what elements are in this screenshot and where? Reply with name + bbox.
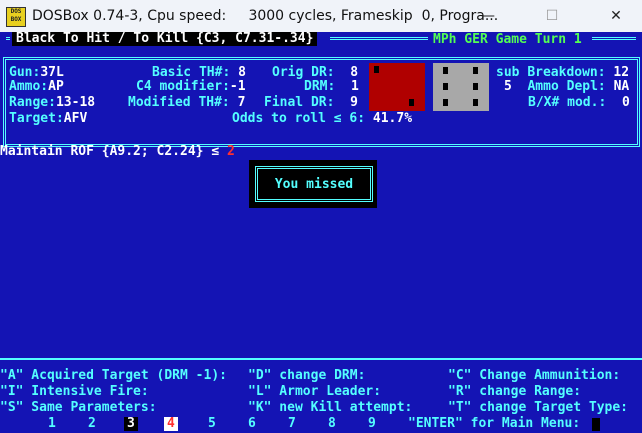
key-5[interactable]: 5: [208, 417, 216, 431]
key-6[interactable]: 6: [248, 417, 256, 431]
menu-new-kill-attempt[interactable]: "K" new Kill attempt:: [248, 401, 412, 415]
minimize-button[interactable]: —: [466, 0, 510, 32]
basic-th-row: Basic TH#: 8: [152, 65, 246, 80]
range-row: Range:13-18: [9, 95, 96, 110]
menu-divider: [0, 358, 642, 360]
result-popup-frame: You missed: [255, 166, 373, 202]
ammo-depl-row: 5 Ammo Depl: NA: [504, 79, 630, 94]
menu-same-parameters[interactable]: "S" Same Parameters:: [0, 401, 157, 415]
text-cursor: [592, 418, 600, 431]
final-dr-row: Final DR: 9: [264, 95, 358, 110]
white-die: [433, 63, 489, 111]
key-2[interactable]: 2: [88, 417, 96, 431]
red-die-pip: [409, 99, 414, 106]
white-die-pip: [473, 67, 478, 74]
key-1[interactable]: 1: [48, 417, 56, 431]
result-popup: You missed: [249, 160, 377, 208]
enter-main-menu[interactable]: "ENTER" for Main Menu:: [408, 417, 580, 431]
white-die-pip: [473, 99, 478, 106]
maximize-button[interactable]: ☐: [530, 0, 574, 32]
modified-th-row: Modified TH#: 7: [128, 95, 246, 110]
target-row: Target:AFV: [9, 111, 88, 126]
red-die-pip: [374, 66, 379, 73]
menu-change-range[interactable]: "R" change Range:: [448, 385, 581, 399]
menu-intensive-fire[interactable]: "I" Intensive Fire:: [0, 385, 149, 399]
drm-row: DRM: 1: [304, 79, 359, 94]
menu-change-ammunition[interactable]: "C" Change Ammunition:: [448, 369, 620, 383]
menu-change-drm[interactable]: "D" change DRM:: [248, 369, 365, 383]
result-message: You missed: [274, 177, 354, 192]
close-button[interactable]: ✕: [594, 0, 638, 32]
dos-screen[interactable]: Black To Hit / To Kill {C3, C7.31-.34} M…: [0, 32, 642, 433]
header-rule-right: [592, 37, 636, 40]
white-die-pip: [443, 99, 448, 106]
dosbox-app-icon: DOS BOX: [6, 7, 26, 27]
orig-dr-row: Orig DR: 8: [272, 65, 359, 80]
rof-line: Maintain ROF {A9.2; C2.24} ≤ 2: [0, 144, 235, 159]
key-9[interactable]: 9: [368, 417, 376, 431]
white-die-pip: [443, 67, 448, 74]
breakdown-row: sub Breakdown: 12: [496, 65, 630, 80]
key-3[interactable]: 3: [124, 417, 138, 431]
header-rule-mid: [330, 37, 428, 40]
odds-row: Odds to roll ≤ 6: 41.7%: [232, 111, 413, 126]
key-7[interactable]: 7: [288, 417, 296, 431]
c4-modifier-row: C4 modifier:-1: [136, 79, 246, 94]
menu-armor-leader[interactable]: "L" Armor Leader:: [248, 385, 381, 399]
white-die-pip: [443, 83, 448, 90]
window-title: DOSBox 0.74-3, Cpu speed: 3000 cycles, F…: [32, 8, 499, 24]
header-title: Black To Hit / To Kill {C3, C7.31-.34}: [12, 32, 318, 46]
menu-acquired-target[interactable]: "A" Acquired Target (DRM -1):: [0, 369, 227, 383]
key-8[interactable]: 8: [328, 417, 336, 431]
key-4[interactable]: 4: [164, 417, 178, 431]
ammo-row: Ammo:AP: [9, 79, 64, 94]
menu-change-target-type[interactable]: "T" change Target Type:: [448, 401, 628, 415]
red-die: [369, 63, 425, 111]
game-turn: MPh GER Game Turn 1: [433, 32, 582, 47]
white-die-pip: [473, 83, 478, 90]
header-rule-left: [6, 37, 10, 40]
bx-mod-row: B/X# mod.: 0: [528, 95, 630, 110]
window-titlebar: DOS BOX DOSBox 0.74-3, Cpu speed: 3000 c…: [0, 0, 642, 32]
gun-row: Gun:37L: [9, 65, 64, 80]
